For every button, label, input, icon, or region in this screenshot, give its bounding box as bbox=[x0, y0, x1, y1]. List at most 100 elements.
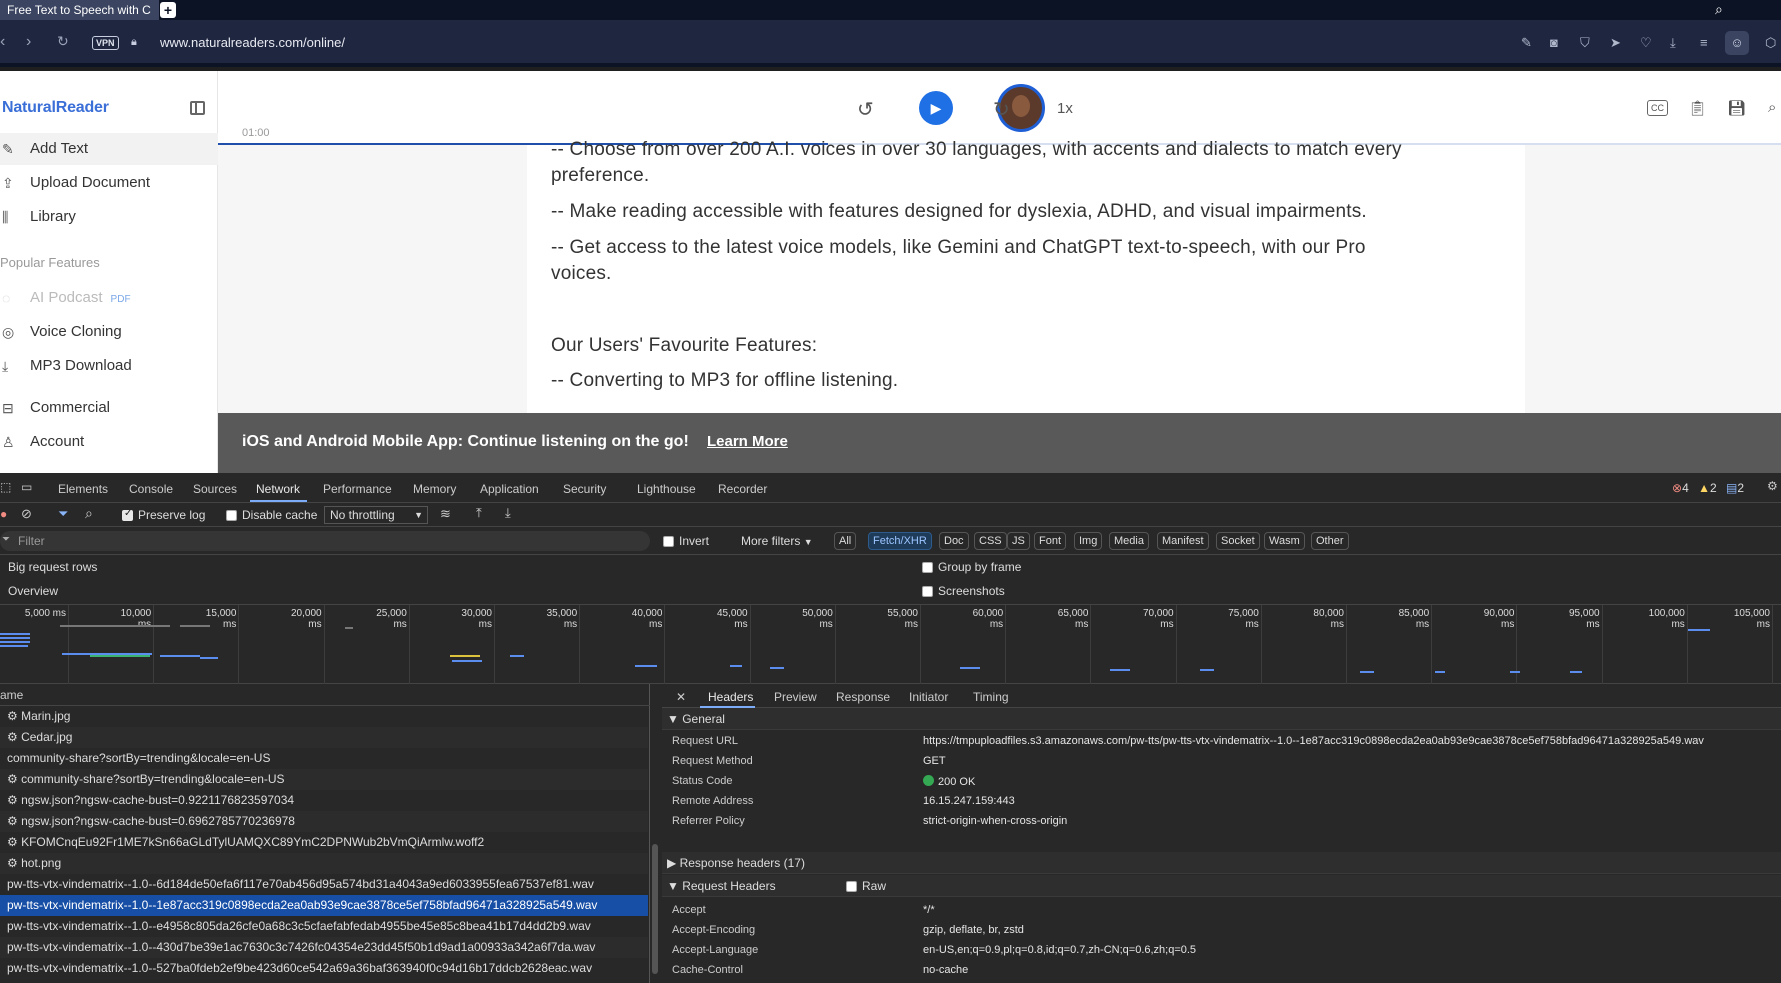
doc-line[interactable]: -- Make reading accessible with features… bbox=[551, 197, 1511, 226]
doc-line[interactable]: -- Converting to MP3 for offline listeni… bbox=[551, 366, 1511, 395]
request-row[interactable]: ⚙ ngsw.json?ngsw-cache-bust=0.9221176823… bbox=[0, 790, 648, 811]
new-tab-button[interactable]: + bbox=[160, 2, 176, 18]
request-row[interactable]: ⚙ community-share?sortBy=trending&locale… bbox=[0, 769, 648, 790]
tab-timing[interactable]: Timing bbox=[973, 690, 1009, 704]
clipboard-icon[interactable]: 📋︎ bbox=[1688, 99, 1707, 117]
search-icon[interactable]: ⌕ bbox=[85, 505, 93, 522]
tab-network[interactable]: Network bbox=[256, 482, 300, 496]
general-value[interactable]: https://tmpuploadfiles.s3.amazonaws.com/… bbox=[923, 735, 1704, 747]
tab-application[interactable]: Application bbox=[480, 482, 539, 496]
request-headers-section[interactable]: ▼ Request Headers Raw bbox=[662, 875, 1781, 897]
filter-icon[interactable]: ⏷ bbox=[58, 506, 68, 522]
sidebar-item-add-text[interactable]: ✎ Add Text bbox=[0, 133, 218, 165]
network-overview-timeline[interactable]: 5,000 ms10,000 ms15,000 ms20,000 ms25,00… bbox=[0, 605, 1781, 684]
general-value[interactable]: 200 OK bbox=[923, 775, 975, 788]
disable-cache-checkbox[interactable]: Disable cache bbox=[226, 508, 317, 522]
inspect-icon[interactable]: ⬚ bbox=[0, 480, 11, 494]
camera-icon[interactable]: ◙ bbox=[1550, 35, 1558, 50]
tab-headers[interactable]: Headers bbox=[708, 690, 753, 704]
forward-skip-icon[interactable]: ↻ bbox=[993, 97, 1010, 122]
request-row[interactable]: pw-tts-vtx-vindematrix--1.0--e4958c805da… bbox=[0, 916, 648, 937]
general-value[interactable]: 16.15.247.159:443 bbox=[923, 795, 1015, 807]
request-row[interactable]: ⚙ hot.png bbox=[0, 853, 648, 874]
response-headers-section[interactable]: ▶ Response headers (17) bbox=[662, 852, 1781, 874]
chip-js[interactable]: JS bbox=[1007, 532, 1030, 550]
request-row[interactable]: pw-tts-vtx-vindematrix--1.0--6d184de50ef… bbox=[0, 874, 648, 895]
request-row[interactable]: pw-tts-vtx-vindematrix--1.0--430d7be39e1… bbox=[0, 937, 648, 958]
chip-socket[interactable]: Socket bbox=[1216, 532, 1260, 550]
request-header-value[interactable]: gzip, deflate, br, zstd bbox=[923, 924, 1024, 936]
doc-line[interactable]: voices. bbox=[551, 259, 1511, 288]
chip-fetch-xhr[interactable]: Fetch/XHR bbox=[868, 532, 932, 550]
back-icon[interactable]: ‹ bbox=[0, 33, 5, 51]
learn-more-link[interactable]: Learn More bbox=[707, 433, 788, 450]
tab-performance[interactable]: Performance bbox=[323, 482, 392, 496]
doc-line[interactable]: preference. bbox=[551, 161, 1511, 190]
tab-recorder[interactable]: Recorder bbox=[718, 482, 767, 496]
raw-checkbox[interactable]: Raw bbox=[846, 875, 886, 897]
shield-icon[interactable]: ⛉ bbox=[1580, 35, 1590, 51]
tab-console[interactable]: Console bbox=[129, 482, 173, 496]
doc-line[interactable]: -- Choose from over 200 A.I. voices in o… bbox=[551, 135, 1511, 164]
request-row[interactable]: pw-tts-vtx-vindematrix--1.0--527ba0fdeb2… bbox=[0, 958, 648, 979]
group-by-frame-checkbox[interactable]: Group by frame bbox=[922, 560, 1021, 574]
tab-lighthouse[interactable]: Lighthouse bbox=[637, 482, 696, 496]
screenshots-checkbox[interactable]: Screenshots bbox=[922, 584, 1005, 598]
vpn-badge[interactable]: VPN bbox=[92, 36, 119, 50]
clear-icon[interactable]: ⊘ bbox=[21, 506, 32, 522]
name-column-header[interactable]: ame bbox=[0, 684, 650, 706]
browser-tab-active[interactable]: Free Text to Speech with C bbox=[0, 0, 159, 20]
chip-media[interactable]: Media bbox=[1109, 532, 1149, 550]
general-section-header[interactable]: ▼ General bbox=[662, 708, 1781, 730]
general-value[interactable]: strict-origin-when-cross-origin bbox=[923, 815, 1067, 827]
tab-security[interactable]: Security bbox=[563, 482, 606, 496]
chip-manifest[interactable]: Manifest bbox=[1157, 532, 1209, 550]
big-request-rows-checkbox[interactable]: Big request rows bbox=[8, 560, 97, 574]
sidebar-item-library[interactable]: ⫼ Library bbox=[0, 201, 218, 233]
more-filters-dropdown[interactable]: More filters ▼ bbox=[741, 534, 813, 548]
request-row[interactable]: community-share?sortBy=trending&locale=e… bbox=[0, 748, 648, 769]
profile-icon[interactable]: ☺ bbox=[1725, 31, 1749, 55]
invert-checkbox[interactable]: Invert bbox=[663, 534, 709, 548]
request-row[interactable]: ⚙ ngsw.json?ngsw-cache-bust=0.6962785770… bbox=[0, 811, 648, 832]
rewind-icon[interactable]: ↺ bbox=[857, 97, 874, 122]
request-list-scrollbar[interactable] bbox=[652, 844, 658, 974]
request-row[interactable]: ⚙ Marin.jpg bbox=[0, 706, 648, 727]
request-header-value[interactable]: */* bbox=[923, 904, 935, 916]
chip-all[interactable]: All bbox=[834, 532, 857, 550]
request-row[interactable]: ⚙ KFOMCnqEu92Fr1ME7kSn66aGLdTylUAMQXC89Y… bbox=[0, 832, 648, 853]
chip-wasm[interactable]: Wasm bbox=[1264, 532, 1305, 550]
tab-sources[interactable]: Sources bbox=[193, 482, 237, 496]
forward-icon[interactable]: › bbox=[26, 33, 31, 51]
chip-img[interactable]: Img bbox=[1074, 532, 1103, 550]
save-icon[interactable]: 💾︎ bbox=[1727, 99, 1746, 117]
tab-elements[interactable]: Elements bbox=[58, 482, 108, 496]
tab-response[interactable]: Response bbox=[836, 690, 890, 704]
tab-preview[interactable]: Preview bbox=[774, 690, 817, 704]
sidebar-item-ai-podcast[interactable]: ◌ AI Podcast PDF bbox=[0, 282, 218, 314]
preserve-log-checkbox[interactable]: Preserve log bbox=[122, 508, 205, 522]
filter-input[interactable]: Filter bbox=[0, 531, 650, 551]
request-row[interactable]: pw-tts-vtx-vindematrix--1.0--1e87acc319c… bbox=[0, 895, 648, 916]
reload-icon[interactable]: ↻ bbox=[57, 33, 69, 50]
issue-counts[interactable]: ⊗4 ▲2 ▤2 bbox=[1672, 481, 1744, 495]
export-har-icon[interactable]: ⤓ bbox=[505, 505, 511, 521]
edit-icon[interactable]: ✎ bbox=[1521, 35, 1532, 51]
sidebar-item-voice-cloning[interactable]: ◎ Voice Cloning bbox=[0, 316, 218, 348]
request-header-value[interactable]: en-US,en;q=0.9,pl;q=0.8,id;q=0.7,zh-CN;q… bbox=[923, 944, 1196, 956]
sidebar-item-mp3-download[interactable]: ⤓ MP3 Download bbox=[0, 350, 218, 382]
download-icon[interactable]: ⤓ bbox=[1670, 35, 1676, 51]
sidebar-item-upload-document[interactable]: ⇪ Upload Document bbox=[0, 167, 218, 199]
record-icon[interactable]: ● bbox=[0, 507, 7, 521]
lock-icon[interactable]: 🔒︎ bbox=[131, 36, 137, 49]
request-row[interactable]: ⚙ Cedar.jpg bbox=[0, 727, 648, 748]
sidebar-collapse-icon[interactable] bbox=[190, 101, 205, 115]
network-conditions-icon[interactable]: ≋ bbox=[440, 506, 451, 522]
play-button[interactable]: ▶ bbox=[919, 91, 953, 125]
request-header-value[interactable]: no-cache bbox=[923, 964, 968, 976]
chip-css[interactable]: CSS bbox=[974, 532, 1007, 550]
chip-font[interactable]: Font bbox=[1034, 532, 1067, 550]
tab-initiator[interactable]: Initiator bbox=[909, 690, 948, 704]
natural-reader-logo[interactable]: NaturalReader bbox=[2, 99, 109, 117]
doc-line[interactable]: Our Users' Favourite Features: bbox=[551, 331, 1511, 360]
